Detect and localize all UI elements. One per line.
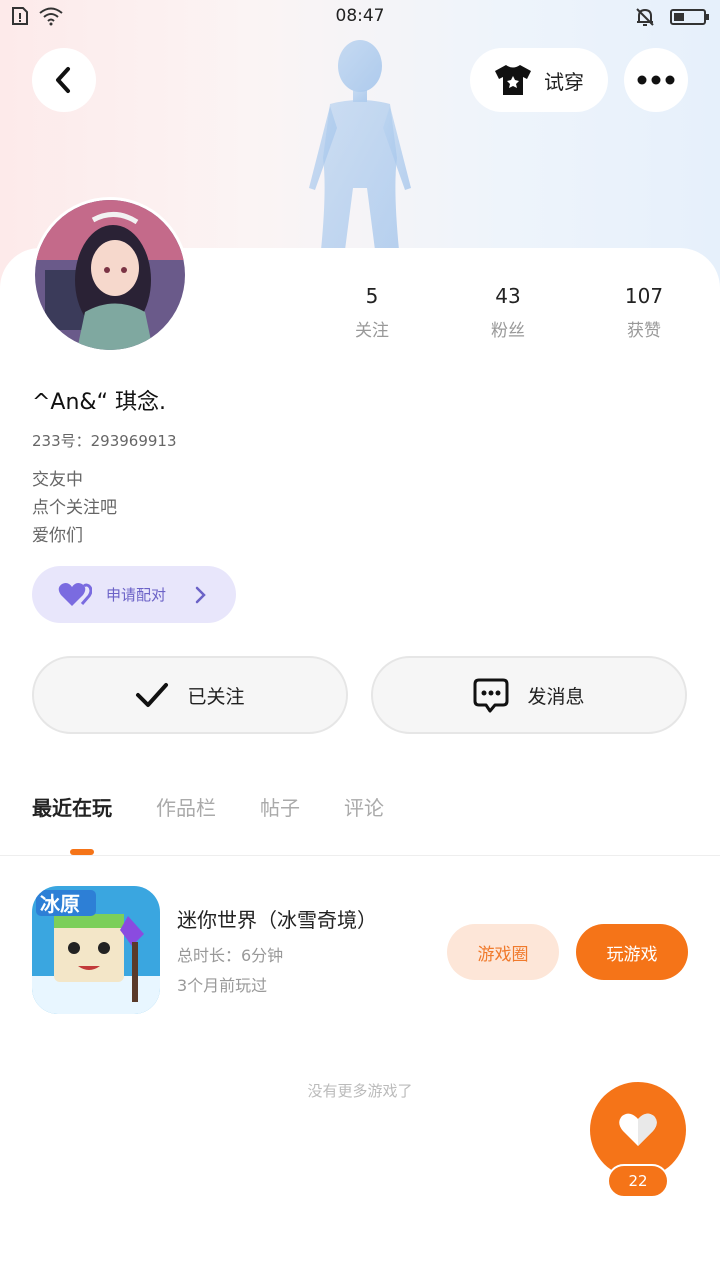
message-button[interactable]: 发消息: [371, 656, 687, 734]
game-duration: 总时长：6分钟: [177, 946, 284, 965]
back-arrow-icon: [56, 67, 70, 93]
try-on-button[interactable]: 试穿: [470, 48, 608, 112]
stat-label: 粉丝: [491, 321, 525, 341]
chevron-right-icon: [195, 586, 206, 603]
stat-fans[interactable]: 43 粉丝: [458, 284, 558, 341]
tab-comments[interactable]: 评论: [344, 792, 384, 821]
tab-recently-played[interactable]: 最近在玩: [32, 792, 112, 821]
stat-value: 107: [624, 284, 664, 308]
battery-icon: [670, 9, 709, 25]
battery-level: [674, 13, 684, 21]
clock: 08:47: [335, 6, 385, 26]
apply-pair-button[interactable]: 申请配对: [32, 566, 236, 623]
divider: [0, 855, 720, 856]
avatar-image: [35, 200, 185, 350]
tshirt-icon: [495, 65, 531, 95]
stat-value: 43: [495, 284, 521, 308]
stat-following[interactable]: 5 关注: [322, 284, 422, 341]
check-icon: [136, 683, 169, 707]
heart-icon: [619, 1113, 657, 1146]
more-button[interactable]: [624, 48, 688, 112]
stat-value: 5: [365, 284, 379, 308]
stat-likes[interactable]: 107 获赞: [594, 284, 694, 341]
game-circle-button[interactable]: 游戏圈: [447, 924, 559, 980]
tab-posts[interactable]: 帖子: [260, 792, 300, 821]
game-last-played: 3个月前玩过: [177, 976, 268, 995]
hearts-icon: [58, 582, 92, 606]
more-dots-icon: [637, 75, 675, 85]
back-button[interactable]: [32, 48, 96, 112]
game-icon[interactable]: 冰原: [32, 886, 160, 1014]
bio-line: 交友中: [32, 470, 83, 490]
apply-pair-label: 申请配对: [106, 586, 167, 604]
game-title[interactable]: 迷你世界（冰雪奇境）: [177, 904, 377, 933]
stat-label: 获赞: [627, 321, 661, 341]
mute-bell-icon: [636, 8, 654, 26]
profile-tabs: 最近在玩 作品栏 帖子 评论: [32, 792, 384, 821]
bio-line: 点个关注吧: [32, 498, 117, 518]
following-button[interactable]: 已关注: [32, 656, 348, 734]
status-bar: 08:47: [0, 0, 720, 34]
try-on-label: 试穿: [544, 69, 584, 94]
game-icon-image: 冰原: [32, 886, 160, 1014]
game-icon-text: 冰原: [40, 892, 80, 916]
bio-line: 爱你们: [32, 526, 83, 546]
like-count-badge: 22: [607, 1164, 669, 1198]
avatar-figure-silhouette: [309, 40, 411, 250]
profile-name: ^An&“ 琪念.: [32, 390, 166, 415]
profile-uid: 233号：293969913: [32, 432, 177, 450]
profile-bio: 交友中 点个关注吧 爱你们: [32, 466, 117, 550]
following-label: 已关注: [187, 685, 245, 708]
message-label: 发消息: [527, 685, 585, 708]
chat-bubble-icon: [473, 678, 509, 713]
stat-label: 关注: [355, 321, 389, 341]
tab-works[interactable]: 作品栏: [156, 792, 216, 821]
avatar[interactable]: [32, 197, 188, 353]
play-game-button[interactable]: 玩游戏: [576, 924, 688, 980]
